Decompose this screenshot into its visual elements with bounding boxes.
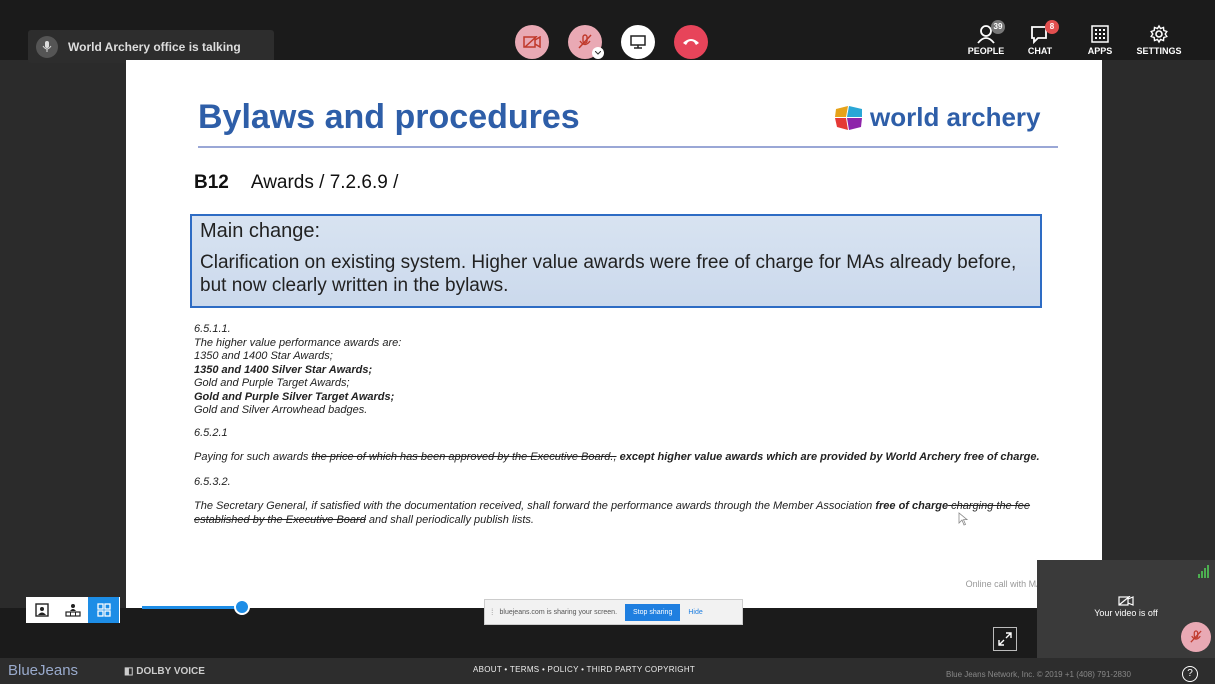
dolby-icon: ◧ <box>124 666 137 677</box>
speaker-view-icon <box>34 603 49 617</box>
gallery-view-icon <box>96 603 111 617</box>
apps-label: APPS <box>1087 46 1113 56</box>
self-video-status: Your video is off <box>1094 608 1158 618</box>
video-off-small-icon <box>1037 595 1215 608</box>
dolby-text: DOLBY VOICE <box>136 666 205 677</box>
title-divider <box>198 146 1058 148</box>
mute-toggle-button[interactable] <box>568 25 604 59</box>
mic-off-icon <box>578 34 592 49</box>
microphone-icon <box>36 35 58 58</box>
footer-links[interactable]: ABOUT • TERMS • POLICY • THIRD PARTY COP… <box>473 665 695 674</box>
bold-text: except higher value awards which are pro… <box>616 451 1040 463</box>
clause-line: 1350 and 1400 Silver Star Awards; <box>194 363 373 376</box>
paragraph-text: The Secretary General, if satisfied with… <box>194 500 876 512</box>
apps-grid-icon <box>1091 25 1109 43</box>
bluejeans-logo: BlueJeans <box>8 662 79 679</box>
struck-text: the price of which has been approved by … <box>311 451 617 463</box>
sharing-status-text: bluejeans.com is sharing your screen. <box>499 608 618 616</box>
clause-line: The higher value performance awards are: <box>194 336 402 349</box>
gear-icon <box>1150 24 1168 44</box>
main-change-text: Clarification on existing system. Higher… <box>200 252 1017 296</box>
screen-share-button[interactable] <box>621 25 655 59</box>
video-off-icon <box>523 36 541 48</box>
people-view-icon <box>64 604 81 617</box>
drag-handle-icon[interactable]: ⁞ <box>491 607 494 617</box>
self-view-panel: Your video is off <box>1037 560 1215 658</box>
apps-button[interactable]: APPS <box>1067 22 1133 56</box>
clause-number: 6.5.1.1. <box>194 323 231 335</box>
dolby-voice-logo: ◧ DOLBY VOICE <box>124 666 205 677</box>
settings-label: SETTINGS <box>1136 46 1182 56</box>
clause-paragraph: The Secretary General, if satisfied with… <box>194 500 1040 527</box>
video-toggle-button[interactable] <box>515 25 549 59</box>
layout-gallery-button[interactable] <box>88 597 119 623</box>
connection-strength-icon <box>1198 565 1209 578</box>
main-change-heading: Main change: <box>200 220 321 242</box>
slide-title: Bylaws and procedures <box>198 98 580 136</box>
copyright-text: Blue Jeans Network, Inc. © 2019 +1 (408)… <box>946 670 1131 679</box>
mic-off-icon <box>1190 630 1202 643</box>
phone-hangup-icon <box>683 39 699 45</box>
screen-sharing-bar: ⁞ bluejeans.com is sharing your screen. … <box>484 599 743 625</box>
help-icon[interactable]: ? <box>1182 666 1198 682</box>
section-title: Awards / 7.2.6.9 / <box>250 172 399 193</box>
paragraph-text: and shall periodically publish lists. <box>365 513 534 526</box>
clause-line: 1350 and 1400 Star Awards; <box>194 350 333 362</box>
expand-icon <box>998 632 1012 646</box>
hide-button[interactable]: Hide <box>688 609 702 616</box>
chat-count-badge: 8 <box>1045 20 1059 34</box>
zoom-slider-track[interactable] <box>142 606 242 609</box>
clause-paragraph: Paying for such awards the price of whic… <box>194 451 1040 465</box>
chat-label: CHAT <box>1027 46 1053 56</box>
active-speaker-text: World Archery office is talking <box>68 39 241 54</box>
bylaw-text: 6.5.1.1. The higher value performance aw… <box>194 323 1040 527</box>
active-speaker-indicator: World Archery office is talking <box>28 30 274 63</box>
layout-selector <box>26 597 120 623</box>
shared-screen-slide: Bylaws and procedures world archery B12 A… <box>126 60 1102 608</box>
bold-text: free of charge <box>875 500 949 512</box>
world-archery-emblem-icon <box>835 105 862 130</box>
clause-number: 6.5.2.1 <box>194 426 228 439</box>
settings-button[interactable]: SETTINGS <box>1126 22 1192 56</box>
hang-up-button[interactable] <box>674 25 708 59</box>
zoom-slider-handle[interactable] <box>234 599 250 615</box>
clause-number: 6.5.3.2. <box>194 475 231 488</box>
section-code: B12 <box>194 172 229 193</box>
people-count-badge: 39 <box>991 20 1005 34</box>
world-archery-logo: world archery <box>834 102 1041 133</box>
mouse-cursor-icon <box>958 512 968 526</box>
main-change-box: Main change: Clarification on existing s… <box>190 214 1042 308</box>
self-mute-indicator[interactable] <box>1181 622 1211 652</box>
clause-line: Gold and Purple Target Awards; <box>194 377 350 389</box>
paragraph-text: Paying for such awards <box>194 451 312 463</box>
stop-sharing-button[interactable]: Stop sharing <box>625 603 681 621</box>
logo-text: world archery <box>870 102 1041 132</box>
layout-people-button[interactable] <box>57 597 88 623</box>
audio-options-chevron-icon[interactable] <box>592 47 604 59</box>
monitor-icon <box>630 35 646 49</box>
fullscreen-button[interactable] <box>993 627 1017 651</box>
clause-line: Gold and Purple Silver Target Awards; <box>194 390 395 403</box>
layout-speaker-button[interactable] <box>26 597 57 623</box>
clause-line: Gold and Silver Arrowhead badges. <box>194 404 368 416</box>
chat-button[interactable]: 8 CHAT <box>1007 20 1073 56</box>
section-heading: B12 Awards / 7.2.6.9 / <box>194 172 398 194</box>
